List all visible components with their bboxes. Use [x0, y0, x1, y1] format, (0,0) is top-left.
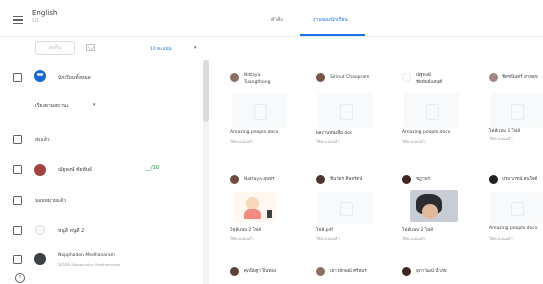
avatar — [35, 225, 45, 235]
student-name[interactable]: ณัฐพงษ์ ชัยพันธ์ — [58, 166, 92, 174]
scrollbar-thumb[interactable] — [203, 60, 209, 122]
avatar — [230, 73, 239, 82]
sort-select[interactable]: เรียงตามสถานะ — [35, 102, 69, 110]
tab-instructions[interactable]: คำสั่ง — [271, 16, 283, 24]
attachment-thumbnail[interactable] — [410, 190, 458, 222]
student-checkbox[interactable] — [13, 226, 22, 235]
avatar — [316, 267, 325, 276]
menu-icon[interactable] — [13, 16, 23, 24]
tab-student-work[interactable]: งานของนักเรียน — [313, 16, 348, 24]
section-checkbox[interactable] — [13, 196, 22, 205]
chevron-down-icon[interactable]: ▾ — [93, 102, 96, 108]
avatar — [402, 267, 411, 276]
card-attachment[interactable]: ผลงานหนังสือ.doc — [316, 129, 352, 136]
header-divider — [0, 36, 543, 37]
section-label-submitted: ส่งแล้ว — [35, 137, 50, 143]
card-student-name[interactable]: Nattaya สุนทร — [244, 176, 274, 183]
card-status: ให้คะแนนแล้ว — [489, 136, 513, 141]
student-checkbox[interactable] — [13, 165, 22, 174]
card-attachment[interactable]: ไฟล์แนบ 1 ไฟล์ — [489, 127, 520, 134]
course-subtitle: 5/1 — [32, 19, 40, 24]
card-attachment[interactable]: Amazing people.docx — [489, 226, 537, 231]
card-status: ให้คะแนนแล้ว — [316, 236, 340, 241]
card-student-name[interactable]: เยาวลักษณ์ ศรีสมร — [330, 268, 367, 275]
card-student-name[interactable]: Sirinut Chaopram — [330, 74, 369, 81]
card-student-name[interactable]: ณัฐพงษ์ ชัยพันธ์แสนดี — [416, 72, 442, 86]
attachment-thumbnail[interactable] — [234, 192, 276, 222]
card-student-name[interactable]: ชินวัตร ทิพยรัตน์ — [330, 176, 362, 183]
card-student-name[interactable]: ปรมาภรณ์ สนใจดี — [502, 176, 537, 183]
avatar — [489, 175, 498, 184]
attachment-thumbnail[interactable] — [490, 192, 543, 224]
student-checkbox[interactable] — [13, 255, 22, 264]
card-status: ให้คะแนนแล้ว — [402, 139, 426, 144]
group-icon — [34, 70, 46, 82]
card-student-name[interactable]: สุภาวัฒน์ นำภัย — [416, 268, 447, 275]
section-checkbox[interactable] — [13, 135, 22, 144]
all-students-label[interactable]: นักเรียนทั้งหมด — [58, 74, 91, 82]
avatar — [34, 164, 46, 176]
avatar — [316, 175, 325, 184]
avatar — [230, 175, 239, 184]
card-status: ให้คะแนนแล้ว — [230, 139, 254, 144]
attachment-thumbnail[interactable] — [232, 93, 287, 128]
avatar — [230, 267, 239, 276]
card-student-name[interactable]: ศุภนิษฐา ปิ่นทอง — [244, 268, 276, 275]
attachment-thumbnail[interactable] — [490, 93, 543, 128]
card-student-name[interactable]: ชฎาพร — [416, 176, 430, 183]
card-student-name[interactable]: Nittaya Tuangthong — [244, 72, 270, 86]
avatar — [402, 73, 411, 82]
section-label-assigned: มอบหมายแล้ว — [35, 198, 66, 204]
card-status: ให้คะแนนแล้ว — [489, 236, 513, 241]
attachment-thumbnail[interactable] — [318, 93, 373, 128]
attachment-thumbnail[interactable] — [404, 93, 459, 128]
card-attachment[interactable]: ไฟล์.pdf — [316, 226, 333, 233]
card-student-name[interactable]: ชิตชนินทร์ สายสุข — [502, 74, 538, 81]
student-status: ไม่ได้ส่ง Nopphadon Medhanaram — [58, 262, 121, 267]
attachment-thumbnail[interactable] — [318, 192, 373, 224]
avatar — [34, 253, 46, 265]
student-name[interactable]: หนูดี หนูดี 2 — [58, 227, 84, 235]
card-status: ให้คะแนนแล้ว — [402, 236, 426, 241]
course-title: English — [32, 9, 58, 17]
select-all-checkbox[interactable] — [13, 73, 22, 82]
points-select[interactable]: 10 คะแนน — [150, 45, 172, 52]
chevron-down-icon[interactable]: ▾ — [194, 45, 197, 51]
grade-field[interactable]: __/10 — [146, 165, 159, 171]
card-attachment[interactable]: Amazing people.docx — [402, 130, 450, 135]
card-status: ให้คะแนนแล้ว — [316, 139, 340, 144]
return-button[interactable]: ส่งคืน — [35, 41, 75, 55]
card-attachment[interactable]: ไฟล์แนบ 2 ไฟล์ — [402, 226, 433, 233]
avatar — [489, 73, 498, 82]
help-icon[interactable]: ? — [15, 273, 25, 283]
email-icon[interactable] — [86, 44, 95, 51]
card-attachment[interactable]: Amazing people.docx — [230, 130, 278, 135]
avatar — [402, 175, 411, 184]
card-attachment[interactable]: ไฟล์แนบ 2 ไฟล์ — [230, 226, 261, 233]
student-name[interactable]: Nopphadon Medhanaram — [58, 253, 115, 258]
avatar — [316, 73, 325, 82]
card-status: ให้คะแนนแล้ว — [230, 236, 254, 241]
